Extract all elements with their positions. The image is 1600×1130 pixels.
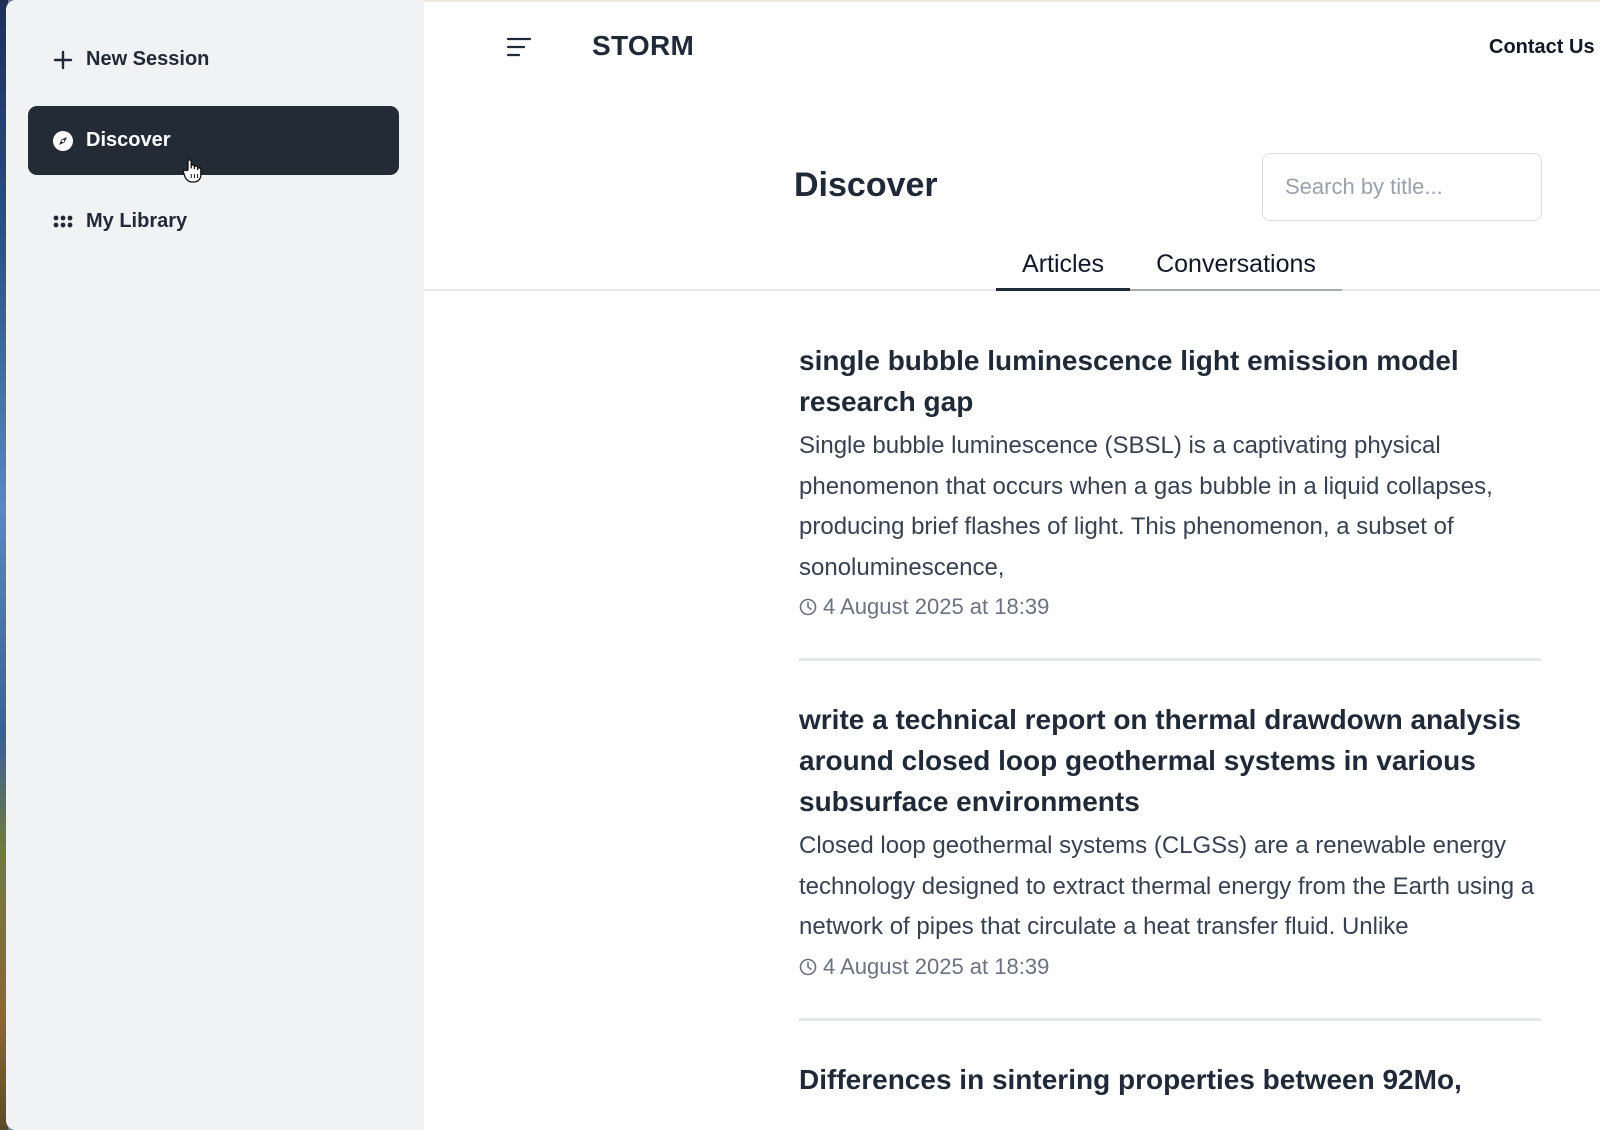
sidebar-item-my-library[interactable]: My Library xyxy=(28,187,399,256)
top-border xyxy=(424,0,1600,2)
tab-conversations[interactable]: Conversations xyxy=(1130,250,1342,291)
clock-icon xyxy=(799,958,817,976)
menu-toggle-button[interactable] xyxy=(506,36,532,58)
article-summary: Closed loop geothermal systems (CLGSs) a… xyxy=(799,832,1535,940)
plus-icon xyxy=(52,49,74,71)
page-title: Discover xyxy=(794,166,938,204)
sidebar-item-label: My Library xyxy=(86,210,188,232)
article-item[interactable]: single bubble luminescence light emissio… xyxy=(799,340,1541,661)
app-window: New Session Discover My Library STORM Co… xyxy=(6,0,1600,1130)
tab-articles[interactable]: Articles xyxy=(996,250,1130,291)
new-session-button[interactable]: New Session xyxy=(28,25,399,94)
article-title[interactable]: Differences in sintering properties betw… xyxy=(799,1059,1541,1100)
sidebar-item-discover[interactable]: Discover xyxy=(28,106,399,175)
search-input[interactable] xyxy=(1262,153,1542,221)
hand-cursor-icon xyxy=(182,158,204,184)
compass-icon xyxy=(52,130,74,152)
article-title[interactable]: single bubble luminescence light emissio… xyxy=(799,340,1541,422)
sidebar: New Session Discover My Library xyxy=(6,0,424,1130)
timestamp-text: 4 August 2025 at 18:39 xyxy=(823,594,1050,619)
article-item[interactable]: Differences in sintering properties betw… xyxy=(799,1059,1541,1130)
article-item[interactable]: write a technical report on thermal draw… xyxy=(799,699,1541,1021)
article-timestamp: 4 August 2025 at 18:39 xyxy=(799,594,1541,620)
main-content: STORM Contact Us Discover Articles Conve… xyxy=(424,0,1600,1130)
new-session-label: New Session xyxy=(86,48,210,70)
article-title[interactable]: write a technical report on thermal draw… xyxy=(799,699,1541,822)
contact-us-link[interactable]: Contact Us xyxy=(1489,36,1595,59)
menu-icon xyxy=(506,37,532,62)
article-summary: Single bubble luminescence (SBSL) is a c… xyxy=(799,432,1493,581)
article-list: single bubble luminescence light emissio… xyxy=(799,340,1541,1130)
grid-icon xyxy=(52,211,74,233)
article-timestamp: 4 August 2025 at 18:39 xyxy=(799,954,1541,980)
brand-title[interactable]: STORM xyxy=(592,30,694,62)
clock-icon xyxy=(799,598,817,616)
sidebar-item-label: Discover xyxy=(86,129,171,151)
timestamp-text: 4 August 2025 at 18:39 xyxy=(823,953,1050,979)
